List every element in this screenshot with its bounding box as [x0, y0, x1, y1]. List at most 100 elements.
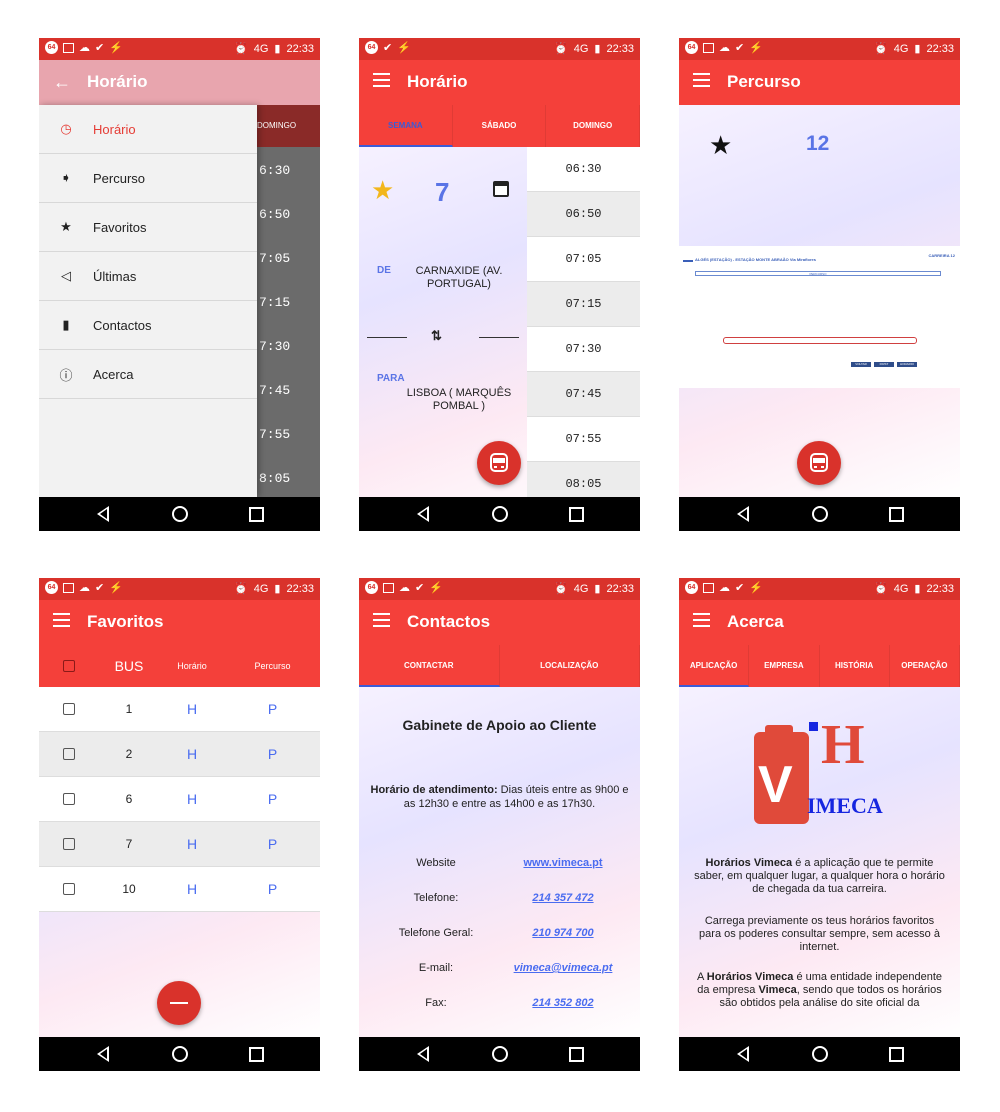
tab-historia[interactable]: HISTÓRIA: [820, 645, 890, 687]
time-row[interactable]: 06:30: [527, 147, 640, 192]
website-link[interactable]: www.vimeca.pt: [501, 857, 625, 869]
nav-home-icon[interactable]: [812, 1046, 828, 1062]
tab-empresa[interactable]: EMPRESA: [749, 645, 820, 687]
horario-link[interactable]: H: [159, 746, 225, 762]
nav-back-icon[interactable]: [97, 506, 109, 522]
row-checkbox[interactable]: [63, 838, 75, 850]
nav-recents-icon[interactable]: [889, 1047, 904, 1062]
drawer-item-contactos[interactable]: ▮ Contactos: [39, 301, 257, 350]
list-item[interactable]: 10 H P: [39, 867, 320, 912]
bus-cell: 6: [125, 792, 133, 806]
drawer-item-acerca[interactable]: ⓘ Acerca: [39, 350, 257, 399]
clock-time: 22:33: [926, 582, 954, 595]
drawer-item-ultimas[interactable]: ◁ Últimas: [39, 252, 257, 301]
nav-recents-icon[interactable]: [249, 1047, 264, 1062]
tab-semana[interactable]: SEMANA: [359, 105, 453, 147]
drawer-item-horario[interactable]: ◷ Horário: [39, 105, 257, 154]
nav-home-icon[interactable]: [812, 506, 828, 522]
star-icon[interactable]: ★: [709, 130, 732, 161]
tab-localizacao[interactable]: LOCALIZAÇÃO: [500, 645, 640, 687]
logo-dot: [809, 722, 818, 731]
list-item[interactable]: 1 H P: [39, 687, 320, 732]
fax-link[interactable]: 214 352 802: [501, 997, 625, 1009]
nav-home-icon[interactable]: [172, 506, 188, 522]
tab-operacao[interactable]: OPERAÇÃO: [890, 645, 960, 687]
list-item[interactable]: 6 H P: [39, 777, 320, 822]
horario-link[interactable]: H: [159, 881, 225, 897]
email-link[interactable]: vimeca@vimeca.pt: [501, 962, 625, 974]
list-item[interactable]: 7 H P: [39, 822, 320, 867]
nav-back-icon[interactable]: [97, 1046, 109, 1062]
nav-home-icon[interactable]: [492, 506, 508, 522]
alarm-icon: ⏰: [874, 583, 888, 595]
percurso-link[interactable]: P: [225, 791, 320, 807]
bg-time: 6:50: [259, 207, 291, 222]
nav-recents-icon[interactable]: [569, 507, 584, 522]
nav-recents-icon[interactable]: [569, 1047, 584, 1062]
back-arrow-icon[interactable]: ←: [53, 72, 71, 93]
hamburger-menu-icon[interactable]: [53, 613, 70, 627]
tab-contactar[interactable]: CONTACTAR: [359, 645, 500, 687]
route-map-image[interactable]: ALGÉS (ESTAÇÃO) - ESTAÇÃO MONTE ABRAÃO V…: [679, 246, 960, 388]
time-row[interactable]: 06:50: [527, 192, 640, 237]
remove-fab-button[interactable]: [157, 981, 201, 1025]
nav-back-icon[interactable]: [737, 1046, 749, 1062]
time-row[interactable]: 07:55: [527, 417, 640, 462]
horario-button[interactable]: HORARIO: [897, 362, 917, 367]
drawer-item-label: Favoritos: [93, 219, 147, 235]
percurso-link[interactable]: P: [225, 746, 320, 762]
horario-link[interactable]: H: [159, 791, 225, 807]
row-checkbox[interactable]: [63, 883, 75, 895]
nav-home-icon[interactable]: [492, 1046, 508, 1062]
plug-icon: ⚡: [749, 582, 763, 594]
phone-link[interactable]: 214 357 472: [501, 892, 625, 904]
alarm-icon: ⏰: [874, 43, 888, 55]
contact-label: Fax:: [425, 997, 447, 1009]
percurso-link[interactable]: P: [225, 881, 320, 897]
hamburger-menu-icon[interactable]: [373, 613, 390, 627]
percurso-link[interactable]: P: [225, 701, 320, 717]
contacts-content: Gabinete de Apoio ao Cliente Horário de …: [359, 687, 640, 1037]
horario-link[interactable]: H: [159, 836, 225, 852]
tab-domingo[interactable]: DOMINGO: [546, 105, 640, 147]
row-checkbox[interactable]: [63, 748, 75, 760]
hamburger-menu-icon[interactable]: [693, 613, 710, 627]
drawer-item-percurso[interactable]: ➧ Percurso: [39, 154, 257, 203]
nav-back-icon[interactable]: [417, 1046, 429, 1062]
row-checkbox[interactable]: [63, 703, 75, 715]
general-phone-link[interactable]: 210 974 700: [501, 927, 625, 939]
clock-icon: ◷: [60, 121, 72, 136]
status-bar: 64 ✔ ⚡ ⏰ 4G ▮ 22:33: [359, 38, 640, 60]
drawer-item-favoritos[interactable]: ★ Favoritos: [39, 203, 257, 252]
nav-back-icon[interactable]: [737, 506, 749, 522]
nav-recents-icon[interactable]: [249, 507, 264, 522]
time-row[interactable]: 07:45: [527, 372, 640, 417]
bus-fab-button[interactable]: [477, 441, 521, 485]
hamburger-menu-icon[interactable]: [693, 73, 710, 87]
swap-direction-icon[interactable]: ⇅: [431, 328, 442, 344]
voltar-button[interactable]: VOLTAR: [851, 362, 871, 367]
select-all-checkbox[interactable]: [63, 660, 75, 672]
screen-horario: 64 ✔ ⚡ ⏰ 4G ▮ 22:33 Horário SEMANA SÁBADO DOM…: [359, 38, 640, 531]
nav-back-icon[interactable]: [417, 506, 429, 522]
tab-sabado[interactable]: SÁBADO: [453, 105, 547, 147]
list-item[interactable]: 2 H P: [39, 732, 320, 777]
screen-contactos: 64 ☁ ✔ ⚡ ⏰ 4G ▮ 22:33 Contactos CONTACTAR LOCA…: [359, 578, 640, 1071]
time-row[interactable]: 07:15: [527, 282, 640, 327]
nav-home-icon[interactable]: [172, 1046, 188, 1062]
tab-aplicacao[interactable]: APLICAÇÃO: [679, 645, 750, 687]
time-row[interactable]: 07:30: [527, 327, 640, 372]
first-button[interactable]: FIRST: [874, 362, 894, 367]
horario-link[interactable]: H: [159, 701, 225, 717]
bg-time: 7:15: [259, 295, 291, 310]
calendar-icon[interactable]: [493, 181, 509, 197]
row-checkbox[interactable]: [63, 793, 75, 805]
hamburger-menu-icon[interactable]: [373, 73, 390, 87]
favorite-star-icon[interactable]: ★: [371, 175, 394, 206]
signpost-icon: ➧: [60, 170, 72, 185]
time-row[interactable]: 07:05: [527, 237, 640, 282]
nav-recents-icon[interactable]: [889, 507, 904, 522]
bus-fab-button[interactable]: [797, 441, 841, 485]
screen-acerca: 64 ☁ ✔ ⚡ ⏰ 4G ▮ 22:33 Acerca APLICAÇÃO EMPRESA…: [679, 578, 960, 1071]
percurso-link[interactable]: P: [225, 836, 320, 852]
